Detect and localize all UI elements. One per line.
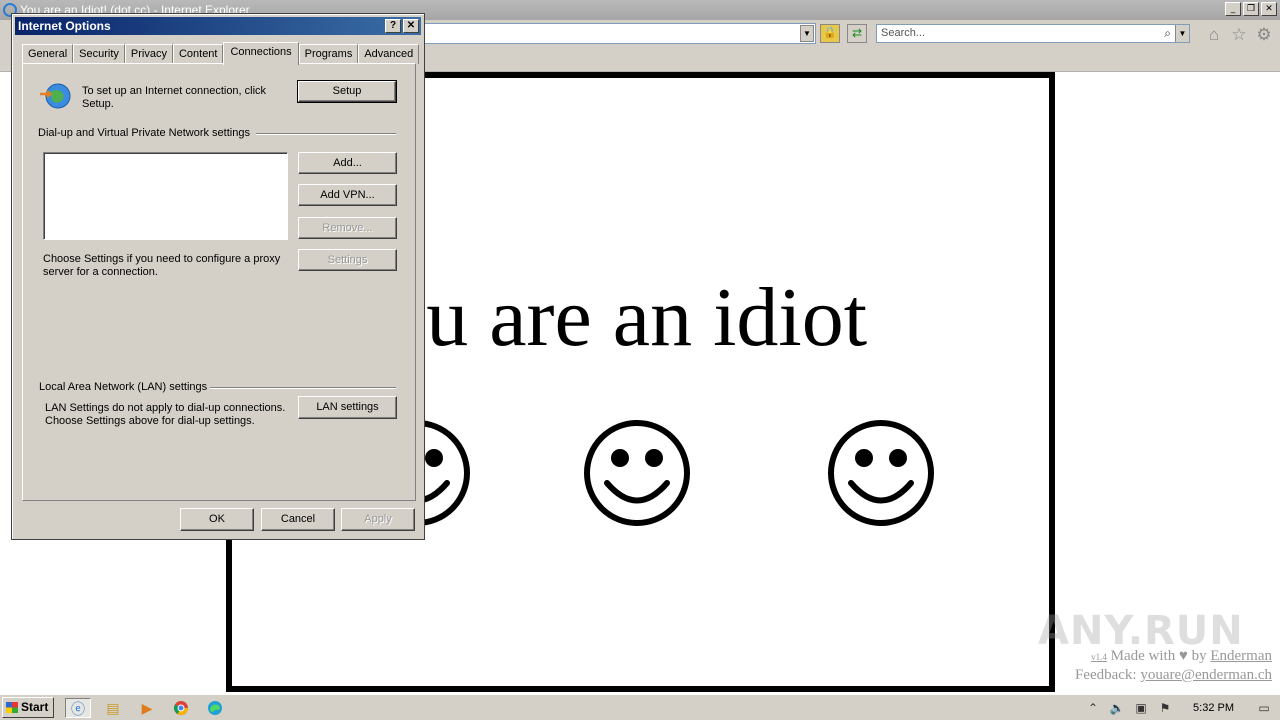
- refresh-icon[interactable]: ⇄: [847, 24, 867, 43]
- made-with-text: Made with: [1110, 648, 1176, 664]
- author-link[interactable]: Enderman: [1210, 648, 1272, 664]
- remove-button[interactable]: Remove...: [298, 217, 397, 239]
- address-dropdown-icon[interactable]: ▼: [800, 25, 814, 42]
- feedback-email-link[interactable]: youare@enderman.ch: [1140, 667, 1272, 683]
- show-desktop-icon[interactable]: ▭: [1256, 701, 1272, 715]
- add-vpn-button[interactable]: Add VPN...: [298, 184, 397, 206]
- tab-connections[interactable]: Connections: [223, 42, 299, 65]
- tab-content[interactable]: Content: [172, 44, 224, 64]
- windows-logo-icon: [6, 702, 18, 713]
- smiley-face-icon: [828, 420, 934, 526]
- media-player-icon[interactable]: ▶: [134, 698, 160, 718]
- start-label: Start: [21, 700, 49, 714]
- lan-settings-button[interactable]: LAN settings: [298, 396, 397, 419]
- search-dropdown-icon[interactable]: ▼: [1175, 25, 1189, 42]
- dialup-group-divider: [256, 133, 396, 135]
- cancel-button[interactable]: Cancel: [261, 508, 335, 531]
- search-placeholder: Search...: [881, 27, 926, 39]
- connection-list[interactable]: [43, 152, 288, 240]
- tab-security[interactable]: Security: [73, 44, 125, 64]
- feedback-label: Feedback:: [1074, 667, 1137, 683]
- system-tray: ⌃ 🔈 ▣ ⚑ 5:32 PM ▭: [1079, 698, 1278, 718]
- proxy-text: Choose Settings if you need to configure…: [43, 253, 281, 278]
- headline: You are an idiot: [332, 271, 868, 364]
- tab-programs[interactable]: Programs: [298, 44, 359, 64]
- lan-group-label: Local Area Network (LAN) settings: [39, 381, 208, 393]
- tab-privacy[interactable]: Privacy: [124, 44, 173, 64]
- by-text: by: [1191, 648, 1207, 664]
- lock-icon[interactable]: 🔒: [820, 24, 840, 43]
- restore-button[interactable]: ❐: [1243, 2, 1259, 16]
- show-hidden-icons-icon[interactable]: ⌃: [1085, 701, 1101, 715]
- explorer-folder-icon[interactable]: ▤: [100, 698, 126, 718]
- heart-icon: ♥: [1178, 648, 1188, 664]
- smiley-face-icon: [584, 420, 690, 526]
- home-icon[interactable]: ⌂: [1204, 25, 1224, 45]
- lan-group-divider: [210, 387, 396, 389]
- start-button[interactable]: Start: [2, 697, 54, 718]
- globe-connection-icon: [40, 83, 71, 109]
- network-icon[interactable]: ▣: [1133, 701, 1149, 715]
- ie-taskbar-icon[interactable]: ⓔ: [65, 698, 91, 718]
- search-input[interactable]: Search... ⌕ ▼: [876, 24, 1190, 43]
- dialog-title: Internet Options: [18, 19, 111, 33]
- gear-icon[interactable]: ⚙: [1254, 25, 1274, 45]
- edge-icon[interactable]: [202, 698, 228, 718]
- taskbar: Start ⓔ ▤ ▶ ⌃ 🔈 ▣ ⚑ 5:32 PM ▭: [0, 694, 1280, 720]
- dialup-group-label: Dial-up and Virtual Private Network sett…: [38, 127, 250, 139]
- chrome-icon[interactable]: [168, 698, 194, 718]
- lan-text: LAN Settings do not apply to dial-up con…: [45, 402, 286, 427]
- clock[interactable]: 5:32 PM: [1193, 702, 1234, 714]
- tab-advanced[interactable]: Advanced: [358, 44, 420, 64]
- tab-strip: General Security Privacy Content Connect…: [22, 42, 420, 65]
- setup-button[interactable]: Setup: [297, 80, 397, 103]
- minimize-button[interactable]: _: [1225, 2, 1241, 16]
- apply-button[interactable]: Apply: [341, 508, 415, 531]
- version-link[interactable]: v1.4: [1091, 652, 1107, 662]
- close-window-button[interactable]: ✕: [1261, 2, 1277, 16]
- search-icon[interactable]: ⌕: [1164, 25, 1171, 42]
- internet-options-dialog: Internet Options ? ✕ General Security Pr…: [11, 13, 425, 540]
- tab-general[interactable]: General: [22, 44, 74, 64]
- close-icon[interactable]: ✕: [403, 19, 419, 33]
- window-controls: _ ❐ ✕: [1225, 2, 1277, 16]
- add-button[interactable]: Add...: [298, 152, 397, 174]
- help-button[interactable]: ?: [385, 19, 401, 33]
- setup-text: To set up an Internet connection, click …: [82, 85, 267, 110]
- address-bar[interactable]: [420, 23, 816, 44]
- dialog-titlebar[interactable]: Internet Options ? ✕: [15, 17, 421, 35]
- ok-button[interactable]: OK: [180, 508, 254, 531]
- volume-icon[interactable]: 🔈: [1109, 701, 1125, 715]
- favorites-star-icon[interactable]: ☆: [1229, 25, 1249, 45]
- action-center-flag-icon[interactable]: ⚑: [1157, 701, 1173, 715]
- credits: v1.4 Made with ♥ by Enderman Feedback: y…: [1075, 647, 1272, 684]
- settings-button[interactable]: Settings: [298, 249, 397, 271]
